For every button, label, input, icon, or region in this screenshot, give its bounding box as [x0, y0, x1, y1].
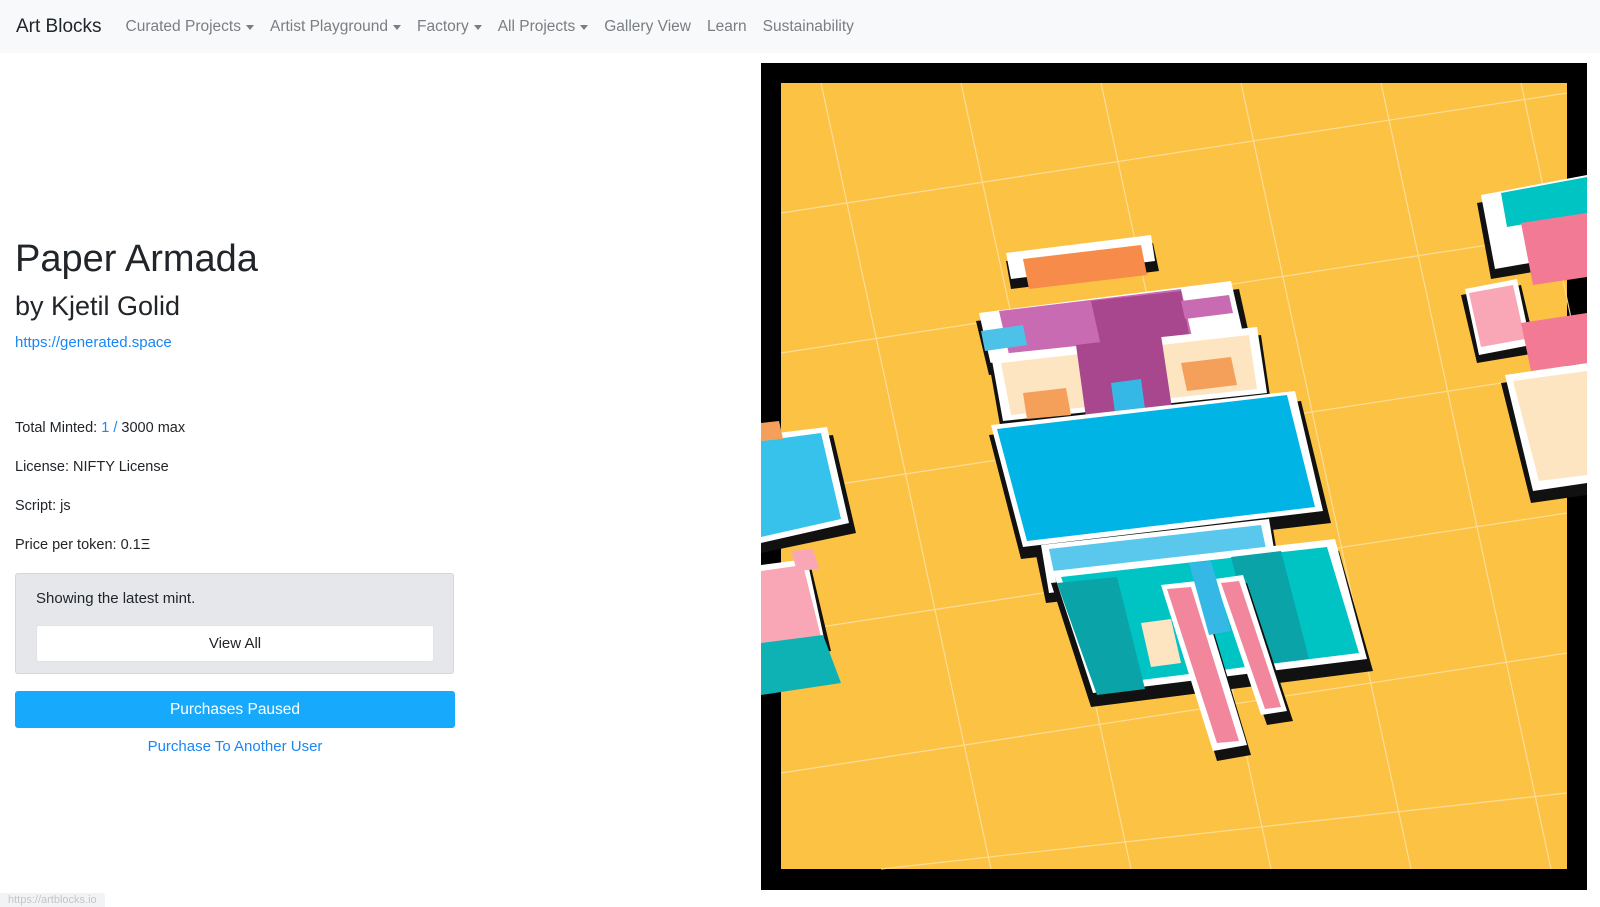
script-info: Script: js [15, 498, 71, 514]
nav-item-label: All Projects [497, 17, 576, 35]
nav-item-label: Factory [417, 17, 469, 35]
nav-item-label: Sustainability [762, 17, 854, 35]
project-artist: by Kjetil Golid [15, 291, 181, 321]
browser-status-url: https://artblocks.io [0, 893, 105, 907]
nav-item-label: Gallery View [604, 17, 691, 35]
nav-item-label: Curated Projects [125, 17, 241, 35]
nav-curated-projects[interactable]: Curated Projects [126, 18, 254, 36]
script-label: Script: [15, 498, 57, 514]
top-navbar: Art Blocks Curated Projects Artist Playg… [0, 0, 1600, 53]
brand-logo[interactable]: Art Blocks [16, 16, 102, 38]
artwork-image [761, 82, 1587, 870]
license-label: License: [15, 459, 70, 475]
price-info: Price per token: 0.1Ξ [15, 537, 150, 553]
script-value: js [60, 498, 71, 514]
minted-count: 1 [101, 420, 110, 436]
caret-down-icon [580, 25, 589, 30]
max-supply: 3000 max [121, 420, 186, 436]
latest-mint-panel: Showing the latest mint. View All [15, 573, 454, 674]
nav-all-projects[interactable]: All Projects [498, 18, 589, 36]
total-minted-label: Total Minted: [15, 420, 98, 436]
price-label: Price per token: [15, 537, 117, 553]
total-minted: Total Minted: 1 / 3000 max [15, 420, 185, 436]
minted-separator: / [113, 420, 118, 436]
artwork-frame [761, 63, 1587, 890]
project-title: Paper Armada [15, 238, 258, 280]
caret-down-icon [245, 25, 254, 30]
view-all-button[interactable]: View All [36, 625, 434, 662]
license-value: NIFTY License [73, 459, 169, 475]
latest-mint-text: Showing the latest mint. [36, 590, 196, 607]
nav-item-label: Learn [706, 17, 747, 35]
purchase-to-another-user-link[interactable]: Purchase To Another User [15, 738, 455, 755]
license-info: License: NIFTY License [15, 459, 169, 475]
caret-down-icon [473, 25, 482, 30]
nav-sustainability[interactable]: Sustainability [763, 18, 854, 36]
nav-item-label: Artist Playground [269, 17, 389, 35]
artist-website-link[interactable]: https://generated.space [15, 334, 172, 351]
nav-artist-playground[interactable]: Artist Playground [269, 17, 402, 36]
nav-learn[interactable]: Learn [707, 18, 747, 36]
caret-down-icon [393, 25, 402, 30]
nav-gallery-view[interactable]: Gallery View [604, 18, 691, 36]
purchases-paused-button[interactable]: Purchases Paused [15, 691, 455, 728]
nav-factory[interactable]: Factory [417, 18, 482, 36]
price-value: 0.1Ξ [120, 537, 151, 553]
